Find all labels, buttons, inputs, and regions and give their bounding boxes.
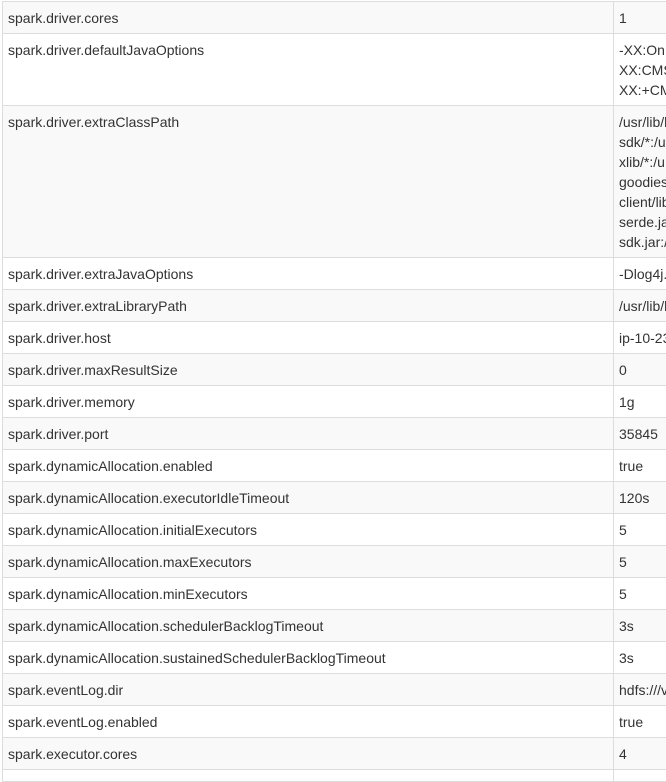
table-row: spark.driver.extraJavaOptions-Dlog4j. [3,258,666,290]
property-value-cell: 4 [614,738,666,770]
table-row: spark.dynamicAllocation.sustainedSchedul… [3,642,666,674]
table-row: spark.dynamicAllocation.initialExecutors… [3,514,666,546]
table-row: spark.driver.port35845 [3,418,666,450]
property-value-line: XX:+CM [619,80,666,100]
table-row: spark.dynamicAllocation.executorIdleTime… [3,482,666,514]
table-row: spark.eventLog.dirhdfs:///v [3,674,666,706]
property-name-cell: spark.driver.extraClassPath [3,106,614,258]
table-row: spark.executor.cores4 [3,738,666,770]
table-row: spark.dynamicAllocation.enabledtrue [3,450,666,482]
table-row: spark.driver.extraLibraryPath/usr/lib/l [3,290,666,322]
property-value-line: 120s [619,488,666,508]
property-value-line: 5 [619,584,666,604]
table-row [3,770,666,782]
table-row: spark.dynamicAllocation.minExecutors5 [3,578,666,610]
table-row: spark.dynamicAllocation.schedulerBacklog… [3,610,666,642]
table-row: spark.dynamicAllocation.maxExecutors5 [3,546,666,578]
property-value-cell: /usr/lib/l [614,290,666,322]
property-name-cell: spark.driver.maxResultSize [3,354,614,386]
table-row: spark.driver.extraClassPath/usr/lib/lsdk… [3,106,666,258]
property-value-cell: 3s [614,642,666,674]
property-name-cell: spark.driver.host [3,322,614,354]
property-name-cell: spark.driver.defaultJavaOptions [3,34,614,106]
property-value-line: goodies [619,172,666,192]
property-value-line: true [619,456,666,476]
property-value-cell: 35845 [614,418,666,450]
property-name-cell: spark.dynamicAllocation.schedulerBacklog… [3,610,614,642]
property-value-line: 5 [619,520,666,540]
property-value-cell [614,770,666,782]
property-value-line: 4 [619,744,666,764]
property-value-cell: true [614,450,666,482]
property-value-line: 3s [619,648,666,668]
property-name-cell: spark.eventLog.enabled [3,706,614,738]
property-value-cell: ip-10-23 [614,322,666,354]
table-row: spark.driver.memory1g [3,386,666,418]
table-row: spark.driver.defaultJavaOptions-XX:OnXX:… [3,34,666,106]
property-value-cell: true [614,706,666,738]
property-value-cell: 0 [614,354,666,386]
property-value-line: ip-10-23 [619,328,666,348]
property-name-cell: spark.executor.cores [3,738,614,770]
property-name-cell: spark.dynamicAllocation.enabled [3,450,614,482]
property-value-line: sdk/*:/u [619,132,666,152]
table-row: spark.eventLog.enabledtrue [3,706,666,738]
property-value-line: hdfs:///v [619,680,666,700]
property-value-cell: -XX:OnXX:CMSXX:+CM [614,34,666,106]
property-name-cell: spark.driver.cores [3,2,614,34]
property-value-line: client/lib [619,192,666,212]
property-name-cell [3,770,614,782]
property-name-cell: spark.dynamicAllocation.maxExecutors [3,546,614,578]
property-value-line: true [619,712,666,732]
property-value-line: -Dlog4j. [619,264,666,284]
property-value-line: 0 [619,360,666,380]
property-value-line: /usr/lib/l [619,296,666,316]
property-name-cell: spark.driver.port [3,418,614,450]
property-name-cell: spark.eventLog.dir [3,674,614,706]
property-value-cell: 3s [614,610,666,642]
property-value-line: /usr/lib/l [619,112,666,132]
property-value-cell: hdfs:///v [614,674,666,706]
spark-properties-table: spark.driver.cores1spark.driver.defaultJ… [2,1,666,782]
property-value-line: XX:CMS [619,60,666,80]
property-value-line: 1 [619,8,666,28]
property-value-cell: 5 [614,546,666,578]
property-name-cell: spark.driver.memory [3,386,614,418]
property-value-line: 3s [619,616,666,636]
property-value-line: 35845 [619,424,666,444]
property-name-cell: spark.dynamicAllocation.initialExecutors [3,514,614,546]
property-value-cell: 120s [614,482,666,514]
property-value-line: 1g [619,392,666,412]
table-row: spark.driver.cores1 [3,2,666,34]
property-name-cell: spark.dynamicAllocation.sustainedSchedul… [3,642,614,674]
property-value-line: 5 [619,552,666,572]
property-name-cell: spark.driver.extraJavaOptions [3,258,614,290]
property-value-line: -XX:On [619,40,666,60]
property-name-cell: spark.dynamicAllocation.minExecutors [3,578,614,610]
property-value-cell: 5 [614,514,666,546]
property-value-cell: 1 [614,2,666,34]
table-row: spark.driver.hostip-10-23 [3,322,666,354]
property-value-line: xlib/*:/u [619,152,666,172]
property-value-line: sdk.jar:/ [619,232,666,252]
property-name-cell: spark.driver.extraLibraryPath [3,290,614,322]
property-value-cell: 1g [614,386,666,418]
property-value-cell: 5 [614,578,666,610]
spark-properties-table-wrapper: spark.driver.cores1spark.driver.defaultJ… [2,1,666,782]
spark-properties-table-body: spark.driver.cores1spark.driver.defaultJ… [3,2,666,782]
table-row: spark.driver.maxResultSize0 [3,354,666,386]
property-value-cell: /usr/lib/lsdk/*:/uxlib/*:/ugoodiesclient… [614,106,666,258]
property-name-cell: spark.dynamicAllocation.executorIdleTime… [3,482,614,514]
property-value-cell: -Dlog4j. [614,258,666,290]
property-value-line: serde.ja [619,212,666,232]
